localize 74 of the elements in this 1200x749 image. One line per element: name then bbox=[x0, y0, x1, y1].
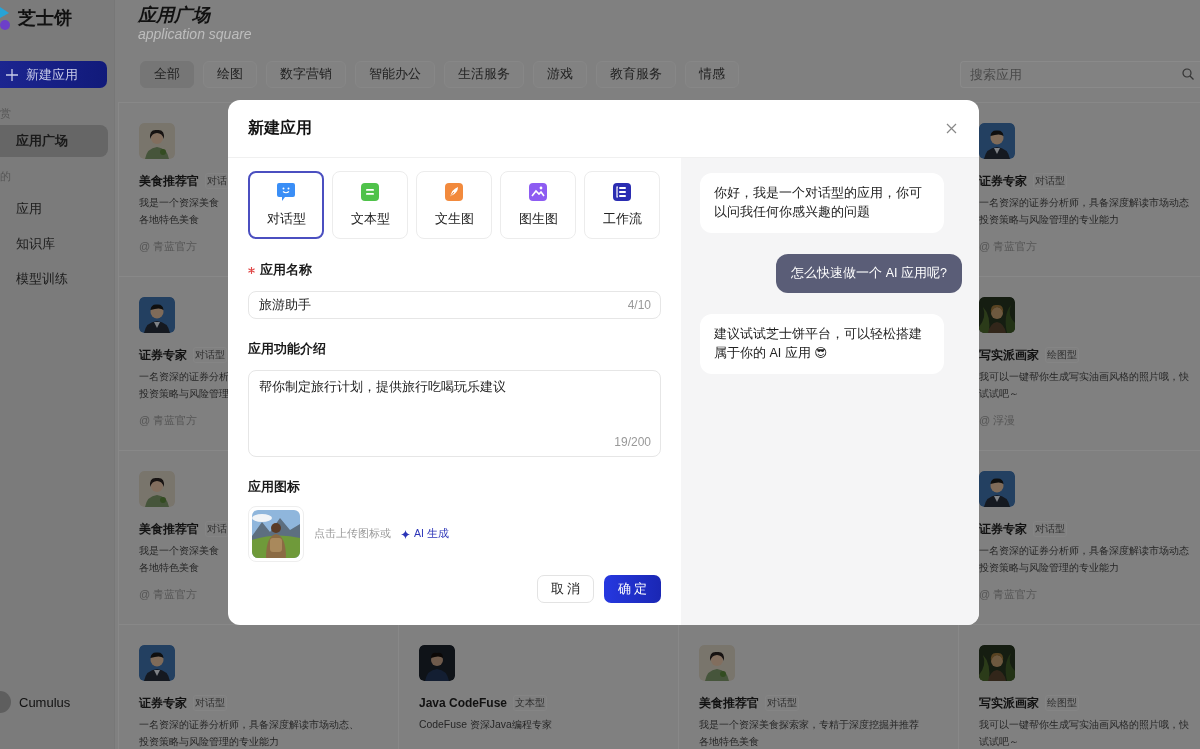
ai-generate-link[interactable]: AI 生成 bbox=[401, 527, 449, 541]
app-type-option[interactable]: 文本型 bbox=[332, 171, 408, 239]
chat-bubble: 怎么快速做一个 AI 应用呢? bbox=[776, 254, 962, 293]
type-tag: 对话型 bbox=[1033, 173, 1067, 189]
category-tab[interactable]: 生活服务 bbox=[444, 61, 524, 88]
confirm-button[interactable]: 确 定 bbox=[604, 575, 661, 603]
category-tab[interactable]: 情感 bbox=[685, 61, 739, 88]
app-description: 投资策略与风险管理 bbox=[139, 387, 229, 401]
chat-bubble: 你好，我是一个对话型的应用，你可以问我任何你感兴趣的问题 bbox=[700, 173, 944, 233]
app-type-option[interactable]: 工作流 bbox=[584, 171, 660, 239]
app-name: 写实派画家 bbox=[979, 694, 1039, 712]
category-tab[interactable]: 绘图 bbox=[203, 61, 257, 88]
close-icon[interactable] bbox=[946, 123, 957, 134]
chat-icon bbox=[276, 182, 296, 202]
page-title: 应用广场 bbox=[138, 4, 210, 27]
app-name: 美食推荐官 bbox=[139, 172, 199, 190]
nav-item[interactable]: 模型训练 bbox=[0, 263, 108, 295]
app-description: 各地特色美食 bbox=[139, 561, 200, 575]
logo-icon bbox=[0, 5, 12, 31]
new-app-button[interactable]: 新建应用 bbox=[0, 61, 107, 88]
field-label: 应用名称 bbox=[260, 262, 312, 279]
category-tab[interactable]: 数字营销 bbox=[266, 61, 346, 88]
type-tag: 绘图型 bbox=[1045, 695, 1079, 711]
document-icon bbox=[360, 182, 380, 202]
app-name: 证券专家 bbox=[139, 694, 187, 712]
list-icon bbox=[612, 182, 632, 202]
app-name: 证券专家 bbox=[139, 346, 187, 364]
type-tag: 对话型 bbox=[1033, 521, 1067, 537]
app-name: 美食推荐官 bbox=[139, 520, 199, 538]
nav-item[interactable]: 应用 bbox=[0, 193, 108, 225]
field-label: 应用功能介绍 bbox=[248, 341, 326, 358]
type-tag: 文本型 bbox=[513, 695, 548, 711]
page-subtitle: application square bbox=[138, 26, 252, 42]
app-description: 试试吧～ bbox=[979, 387, 1020, 401]
plus-icon bbox=[6, 68, 18, 81]
feather-icon bbox=[444, 182, 464, 202]
app-type-option[interactable]: 对话型 bbox=[248, 171, 324, 239]
upload-hint: 点击上传图标或 bbox=[314, 527, 391, 541]
image-icon bbox=[528, 182, 548, 202]
char-counter: 4/10 bbox=[627, 298, 651, 312]
app-name: 写实派画家 bbox=[979, 346, 1039, 364]
category-tab[interactable]: 教育服务 bbox=[596, 61, 676, 88]
nav-item[interactable]: 应用广场 bbox=[0, 125, 108, 157]
app-type-option[interactable]: 图生图 bbox=[500, 171, 576, 239]
app-description: 投资策略与风险管理的专业能力 bbox=[139, 735, 280, 749]
type-tag: 对话型 bbox=[765, 695, 799, 711]
app-name: Java CodeFuse bbox=[419, 696, 508, 710]
chat-bubble: 建议试试芝士饼平台，可以轻松搭建属于你的 AI 应用 😎 bbox=[700, 314, 944, 374]
app-name: 证券专家 bbox=[979, 172, 1027, 190]
category-tab[interactable]: 游戏 bbox=[533, 61, 587, 88]
type-tag: 绘图型 bbox=[1045, 347, 1079, 363]
app-type-option[interactable]: 文生图 bbox=[416, 171, 492, 239]
app-name: 证券专家 bbox=[979, 520, 1027, 538]
logo-text: 芝士饼 bbox=[18, 7, 72, 30]
app-name: 美食推荐官 bbox=[699, 694, 759, 712]
app-description: 投资策略与风险管理的专业能力 bbox=[979, 561, 1120, 575]
user-name: Cumulus bbox=[19, 694, 71, 710]
app-description: 各地特色美食 bbox=[139, 213, 200, 227]
cancel-button[interactable]: 取 消 bbox=[537, 575, 594, 603]
dialog-title: 新建应用 bbox=[248, 118, 312, 138]
field-label: 应用图标 bbox=[248, 479, 300, 496]
category-tab[interactable]: 智能办公 bbox=[355, 61, 435, 88]
type-tag: 对话型 bbox=[193, 695, 227, 711]
type-tag: 对话型 bbox=[193, 347, 227, 363]
app-description: 各地特色美食 bbox=[699, 735, 760, 749]
app-description: CodeFuse 资深Java编程专家 bbox=[419, 718, 552, 732]
search-icon bbox=[1182, 68, 1194, 80]
category-tab[interactable]: 全部 bbox=[140, 61, 194, 88]
app-description: 试试吧～ bbox=[979, 735, 1020, 749]
sparkle-icon bbox=[401, 529, 410, 539]
nav-item[interactable]: 知识库 bbox=[0, 228, 108, 260]
icon-upload[interactable] bbox=[248, 506, 304, 562]
char-counter: 19/200 bbox=[614, 435, 651, 449]
app-description: 投资策略与风险管理的专业能力 bbox=[979, 213, 1120, 227]
